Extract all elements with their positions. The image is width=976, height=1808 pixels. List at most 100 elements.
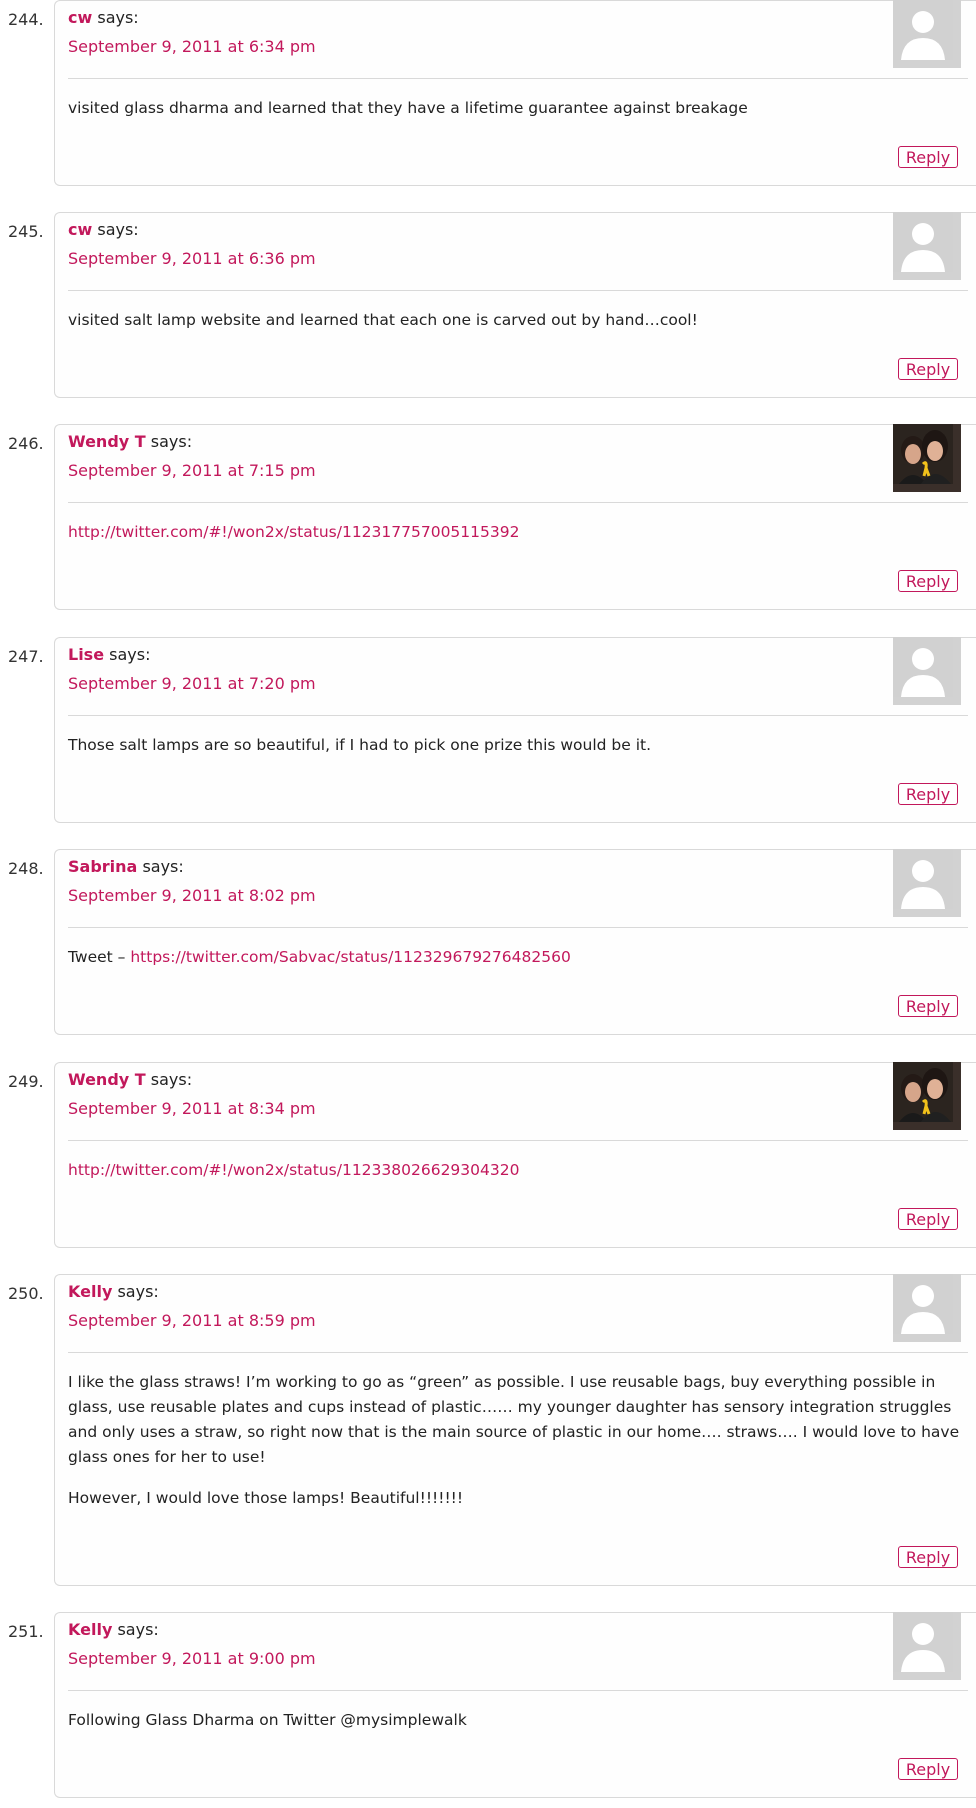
comment-item: 245. cw says: September 9, 2011 at 6:36 pm…	[0, 212, 976, 408]
comment-item: 246. Wendy T says: September 9, 2011 at 7:…	[0, 424, 976, 620]
user-photo-avatar	[893, 1062, 961, 1130]
comment-date-link[interactable]: September 9, 2011 at 6:36 pm	[68, 249, 316, 268]
reply-button[interactable]: Reply	[898, 995, 958, 1017]
comment-paragraph: Following Glass Dharma on Twitter @mysim…	[68, 1708, 968, 1733]
user-silhouette-icon	[893, 212, 953, 272]
comment-item: 250. Kelly says: September 9, 2011 at 8:59…	[0, 1274, 976, 1596]
comment-divider	[68, 715, 968, 716]
comment-paragraph: http://twitter.com/#!/won2x/status/11231…	[68, 520, 968, 545]
comment-card	[54, 1612, 976, 1798]
comment-number: 247.	[8, 647, 44, 666]
reply-button[interactable]: Reply	[898, 1546, 958, 1568]
says-label: says:	[97, 8, 139, 27]
comment-body: Following Glass Dharma on Twitter @mysim…	[68, 1708, 968, 1749]
user-silhouette-icon	[893, 0, 953, 60]
comment-date-link[interactable]: September 9, 2011 at 6:34 pm	[68, 37, 316, 56]
comment-date-link[interactable]: September 9, 2011 at 8:59 pm	[68, 1311, 316, 1330]
comment-paragraph: visited glass dharma and learned that th…	[68, 96, 968, 121]
reply-button[interactable]: Reply	[898, 358, 958, 380]
comment-author-link[interactable]: Wendy T	[68, 1070, 146, 1089]
comment-date-link[interactable]: September 9, 2011 at 8:34 pm	[68, 1099, 316, 1118]
comment-author-link[interactable]: Kelly	[68, 1620, 112, 1639]
comment-divider	[68, 1690, 968, 1691]
user-silhouette-icon	[893, 1612, 953, 1672]
comment-card	[54, 0, 976, 186]
comment-author-line: Wendy T says:	[68, 1070, 192, 1089]
comment-item: 251. Kelly says: September 9, 2011 at 9:00…	[0, 1612, 976, 1808]
says-label: says:	[97, 220, 139, 239]
comment-number: 249.	[8, 1072, 44, 1091]
comment-author-line: Kelly says:	[68, 1282, 159, 1301]
comment-author-link[interactable]: Wendy T	[68, 432, 146, 451]
user-silhouette-icon	[893, 849, 953, 909]
comment-body: Those salt lamps are so beautiful, if I …	[68, 733, 968, 774]
comment-card	[54, 212, 976, 398]
comment-card	[54, 637, 976, 823]
comment-author-link[interactable]: Lise	[68, 645, 104, 664]
comment-link[interactable]: https://twitter.com/Sabvac/status/112329…	[130, 948, 570, 966]
comment-author-link[interactable]: Kelly	[68, 1282, 112, 1301]
default-avatar	[893, 1274, 961, 1342]
comment-link[interactable]: http://twitter.com/#!/won2x/status/11231…	[68, 523, 519, 541]
comment-author-line: Wendy T says:	[68, 432, 192, 451]
reply-button[interactable]: Reply	[898, 570, 958, 592]
comment-number: 246.	[8, 434, 44, 453]
comment-paragraph: Those salt lamps are so beautiful, if I …	[68, 733, 968, 758]
comment-card	[54, 1062, 976, 1248]
reply-button[interactable]: Reply	[898, 146, 958, 168]
says-label: says:	[117, 1620, 159, 1639]
comment-item: 247. Lise says: September 9, 2011 at 7:20 …	[0, 637, 976, 833]
user-silhouette-icon	[893, 637, 953, 697]
comment-paragraph: Tweet – https://twitter.com/Sabvac/statu…	[68, 945, 968, 970]
comment-date-link[interactable]: September 9, 2011 at 7:15 pm	[68, 461, 316, 480]
says-label: says:	[150, 1070, 193, 1089]
comment-paragraph: visited salt lamp website and learned th…	[68, 308, 968, 333]
default-avatar	[893, 1612, 961, 1680]
comment-author-link[interactable]: cw	[68, 8, 92, 27]
comment-text: Following Glass Dharma on Twitter @mysim…	[68, 1711, 467, 1729]
comment-author-link[interactable]: Sabrina	[68, 857, 137, 876]
default-avatar	[893, 212, 961, 280]
comment-author-line: Lise says:	[68, 645, 151, 664]
comment-date-link[interactable]: September 9, 2011 at 8:02 pm	[68, 886, 316, 905]
comment-paragraph: I like the glass straws! I’m working to …	[68, 1370, 968, 1470]
comment-divider	[68, 927, 968, 928]
comment-author-line: Sabrina says:	[68, 857, 184, 876]
default-avatar	[893, 0, 961, 68]
comment-author-link[interactable]: cw	[68, 220, 92, 239]
comment-text: Tweet –	[68, 948, 131, 966]
comment-date-link[interactable]: September 9, 2011 at 9:00 pm	[68, 1649, 316, 1668]
photo-avatar-icon	[893, 1062, 953, 1122]
comment-text: visited salt lamp website and learned th…	[68, 311, 698, 329]
comment-divider	[68, 78, 968, 79]
comment-item: 249. Wendy T says: September 9, 2011 at 8:…	[0, 1062, 976, 1258]
comment-text: Those salt lamps are so beautiful, if I …	[68, 736, 652, 754]
comment-paragraph: However, I would love those lamps! Beaut…	[68, 1486, 968, 1511]
photo-avatar-icon	[893, 424, 953, 484]
reply-button[interactable]: Reply	[898, 1758, 958, 1780]
comment-date-link[interactable]: September 9, 2011 at 7:20 pm	[68, 674, 316, 693]
says-label: says:	[150, 432, 193, 451]
comment-item: 248. Sabrina says: September 9, 2011 at 8:…	[0, 849, 976, 1045]
comment-divider	[68, 1352, 968, 1353]
default-avatar	[893, 637, 961, 705]
comment-body: visited glass dharma and learned that th…	[68, 96, 968, 137]
says-label: says:	[142, 857, 184, 876]
comment-number: 245.	[8, 222, 44, 241]
comment-number: 244.	[8, 10, 44, 29]
comment-divider	[68, 502, 968, 503]
reply-button[interactable]: Reply	[898, 1208, 958, 1230]
comment-body: visited salt lamp website and learned th…	[68, 308, 968, 349]
comment-body: Tweet – https://twitter.com/Sabvac/statu…	[68, 945, 968, 986]
comment-item: 244. cw says: September 9, 2011 at 6:34 pm…	[0, 0, 976, 196]
user-photo-avatar	[893, 424, 961, 492]
comment-text: I like the glass straws! I’m working to …	[68, 1373, 960, 1466]
comment-paragraph: http://twitter.com/#!/won2x/status/11233…	[68, 1158, 968, 1183]
comment-link[interactable]: http://twitter.com/#!/won2x/status/11233…	[68, 1161, 519, 1179]
reply-button[interactable]: Reply	[898, 783, 958, 805]
comment-number: 248.	[8, 859, 44, 878]
says-label: says:	[117, 1282, 159, 1301]
comment-text: visited glass dharma and learned that th…	[68, 99, 748, 117]
comment-number: 251.	[8, 1622, 44, 1641]
comment-body: http://twitter.com/#!/won2x/status/11231…	[68, 520, 968, 561]
